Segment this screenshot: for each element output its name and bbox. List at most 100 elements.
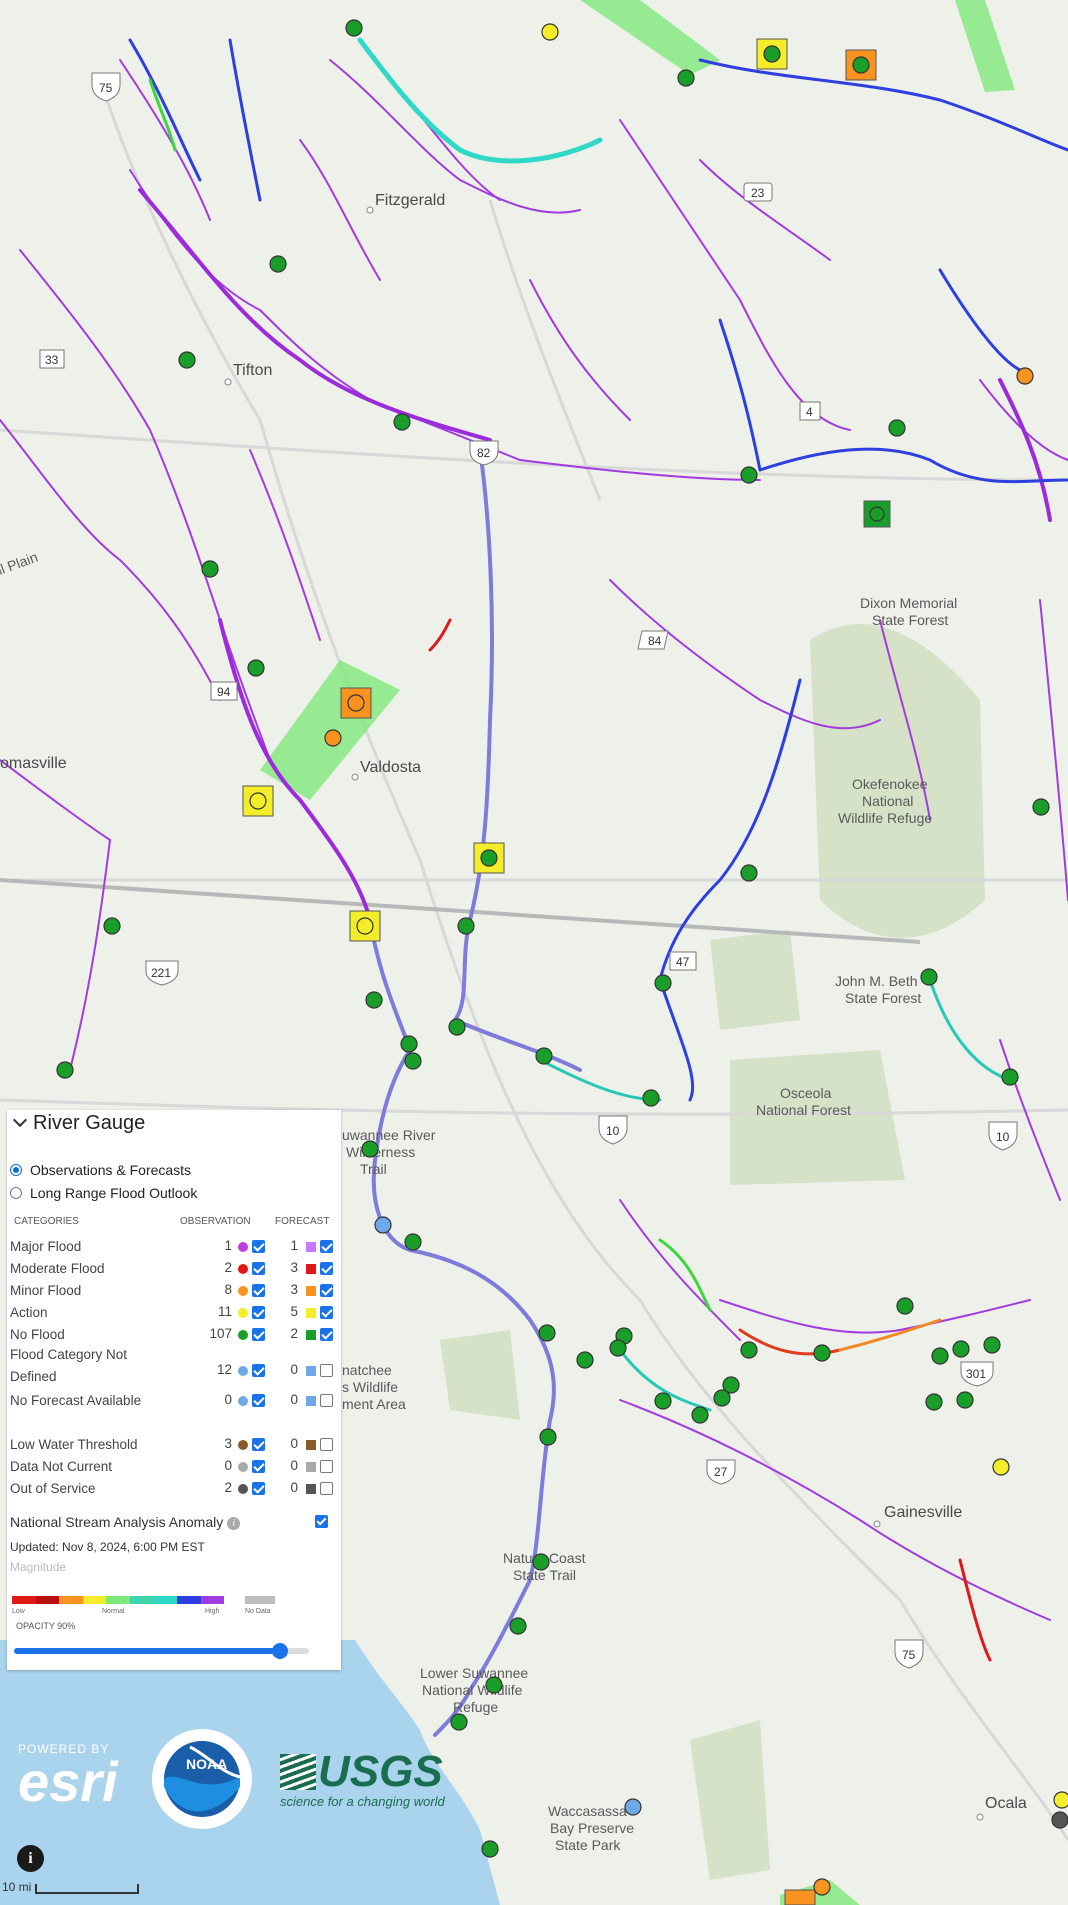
radio-observations-control[interactable] bbox=[10, 1164, 22, 1176]
radio-long-range-control[interactable] bbox=[10, 1187, 22, 1199]
legend-row-fc-checkbox[interactable] bbox=[320, 1482, 333, 1495]
label-bethea-2: State Forest bbox=[845, 990, 921, 1006]
radio-long-range[interactable]: Long Range Flood Outlook bbox=[10, 1185, 197, 1201]
legend-row-fc-checkbox[interactable] bbox=[320, 1240, 333, 1253]
legend-row-name: Data Not Current bbox=[10, 1459, 113, 1474]
opacity-slider[interactable] bbox=[14, 1643, 309, 1659]
legend-row-fc-swatch bbox=[306, 1242, 316, 1252]
svg-text:10: 10 bbox=[996, 1130, 1010, 1144]
legend-row-obs-swatch bbox=[238, 1330, 248, 1340]
col-categories: CATEGORIES bbox=[14, 1216, 79, 1227]
legend-row-obs-count: 1 bbox=[224, 1238, 232, 1253]
legend-row-fc-count: 2 bbox=[290, 1326, 298, 1341]
legend-row-fc-checkbox[interactable] bbox=[320, 1284, 333, 1297]
usgs-logo: USGS science for a changing world bbox=[280, 1750, 445, 1809]
legend-row-fc-checkbox[interactable] bbox=[320, 1306, 333, 1319]
shield-s84: 84 bbox=[637, 630, 669, 650]
legend-row-fc-count: 3 bbox=[290, 1260, 298, 1275]
legend-row-fc-count: 3 bbox=[290, 1282, 298, 1297]
legend-row-fc-checkbox[interactable] bbox=[320, 1364, 333, 1377]
label-suwannee-trail-1: uwannee River bbox=[342, 1127, 436, 1143]
legend-header[interactable]: River Gauge bbox=[12, 1112, 145, 1135]
legend-row-obs-swatch bbox=[238, 1484, 248, 1494]
legend-row-fc-swatch bbox=[306, 1396, 316, 1406]
svg-text:33: 33 bbox=[45, 353, 59, 367]
shield-us23: 23 bbox=[743, 182, 773, 202]
legend-row-obs-swatch bbox=[238, 1286, 248, 1296]
label-waccasassa-3: State Park bbox=[555, 1837, 621, 1853]
legend-row-fc-checkbox[interactable] bbox=[320, 1460, 333, 1473]
legend-row-obs-checkbox[interactable] bbox=[252, 1438, 265, 1451]
shield-s33: 33 bbox=[39, 349, 65, 369]
legend-row-fc-checkbox[interactable] bbox=[320, 1438, 333, 1451]
legend-row-fc-checkbox[interactable] bbox=[320, 1328, 333, 1341]
svg-text:221: 221 bbox=[151, 966, 171, 980]
legend-row-obs-checkbox[interactable] bbox=[252, 1460, 265, 1473]
scale-bar-line bbox=[35, 1884, 140, 1894]
ramp-nodata: No Data bbox=[245, 1608, 271, 1615]
svg-text:47: 47 bbox=[676, 955, 690, 969]
label-bethea-1: John M. Beth bbox=[835, 973, 918, 989]
chevron-down-icon[interactable] bbox=[12, 1112, 28, 1128]
svg-text:82: 82 bbox=[477, 446, 491, 460]
svg-text:75: 75 bbox=[902, 1648, 916, 1662]
legend-row-obs-checkbox[interactable] bbox=[252, 1328, 265, 1341]
legend-row-fc-swatch bbox=[306, 1484, 316, 1494]
legend-row-fc-checkbox[interactable] bbox=[320, 1394, 333, 1407]
ramp-normal: Normal bbox=[102, 1608, 125, 1615]
usgs-wave-icon bbox=[280, 1754, 316, 1790]
label-osceola-1: Osceola bbox=[780, 1085, 832, 1101]
scale-bar: 10 mi bbox=[2, 1880, 140, 1894]
shield-s47: 47 bbox=[669, 951, 697, 971]
esri-text: esri bbox=[18, 1750, 118, 1813]
legend-row-obs-swatch bbox=[238, 1440, 248, 1450]
legend-row-obs-swatch bbox=[238, 1242, 248, 1252]
label-ocala: Ocala bbox=[985, 1795, 1027, 1812]
svg-text:75: 75 bbox=[99, 81, 113, 95]
legend-row-obs-count: 3 bbox=[224, 1436, 232, 1451]
legend-row-obs-checkbox[interactable] bbox=[252, 1284, 265, 1297]
legend-row-name: Major Flood bbox=[10, 1239, 82, 1254]
label-twin-rivers-1: natchee bbox=[342, 1362, 392, 1378]
legend-row-name: Flood Category Not Defined bbox=[10, 1347, 128, 1384]
info-icon[interactable]: i bbox=[227, 1516, 241, 1530]
legend-row-obs-count: 107 bbox=[209, 1326, 232, 1341]
opacity-slider-handle[interactable] bbox=[271, 1643, 288, 1659]
legend-row-obs-checkbox[interactable] bbox=[252, 1240, 265, 1253]
label-okefenokee-2: National bbox=[862, 793, 913, 809]
legend-row-fc-swatch bbox=[306, 1308, 316, 1318]
legend-row-obs-count: 0 bbox=[224, 1458, 232, 1473]
legend-row-obs-checkbox[interactable] bbox=[252, 1482, 265, 1495]
legend-row-fc-checkbox[interactable] bbox=[320, 1262, 333, 1275]
label-gainesville: Gainesville bbox=[884, 1504, 962, 1521]
radio-observations[interactable]: Observations & Forecasts bbox=[10, 1162, 191, 1178]
legend-row-fc-swatch bbox=[306, 1286, 316, 1296]
usgs-text: USGS bbox=[318, 1747, 443, 1796]
legend-row-obs-count: 11 bbox=[217, 1304, 232, 1319]
opacity-label: OPACITY 90% bbox=[16, 1621, 76, 1631]
legend-row-obs-checkbox[interactable] bbox=[252, 1394, 265, 1407]
legend-row-obs-checkbox[interactable] bbox=[252, 1306, 265, 1319]
svg-text:27: 27 bbox=[714, 1465, 728, 1479]
legend-row-fc-swatch bbox=[306, 1366, 316, 1376]
svg-text:84: 84 bbox=[648, 634, 662, 648]
legend-row-obs-checkbox[interactable] bbox=[252, 1364, 265, 1377]
col-forecast: FORECAST bbox=[275, 1216, 330, 1227]
legend-row-obs-checkbox[interactable] bbox=[252, 1262, 265, 1275]
magnitude-label: Magnitude bbox=[10, 1560, 67, 1574]
label-twin-rivers-3: ment Area bbox=[342, 1396, 406, 1412]
legend-row-fc-count: 0 bbox=[290, 1480, 298, 1495]
ramp-low: Low bbox=[12, 1608, 25, 1615]
legend-row-name: Low Water Threshold bbox=[10, 1437, 138, 1452]
map-info-button[interactable]: i bbox=[17, 1845, 44, 1872]
svg-text:10: 10 bbox=[606, 1124, 620, 1138]
shield-s94: 94 bbox=[210, 681, 238, 701]
updated-text: Updated: Nov 8, 2024, 6:00 PM EST bbox=[10, 1540, 205, 1554]
nsa-checkbox[interactable] bbox=[315, 1515, 328, 1528]
label-suwannee-trail-2: Wilderness bbox=[346, 1144, 415, 1160]
shield-s4: 4 bbox=[799, 401, 821, 421]
noaa-logo: NOAA bbox=[152, 1729, 252, 1829]
legend-row-obs-count: 2 bbox=[224, 1480, 232, 1495]
legend-row-fc-count: 0 bbox=[290, 1436, 298, 1451]
legend-row-fc-count: 0 bbox=[290, 1458, 298, 1473]
